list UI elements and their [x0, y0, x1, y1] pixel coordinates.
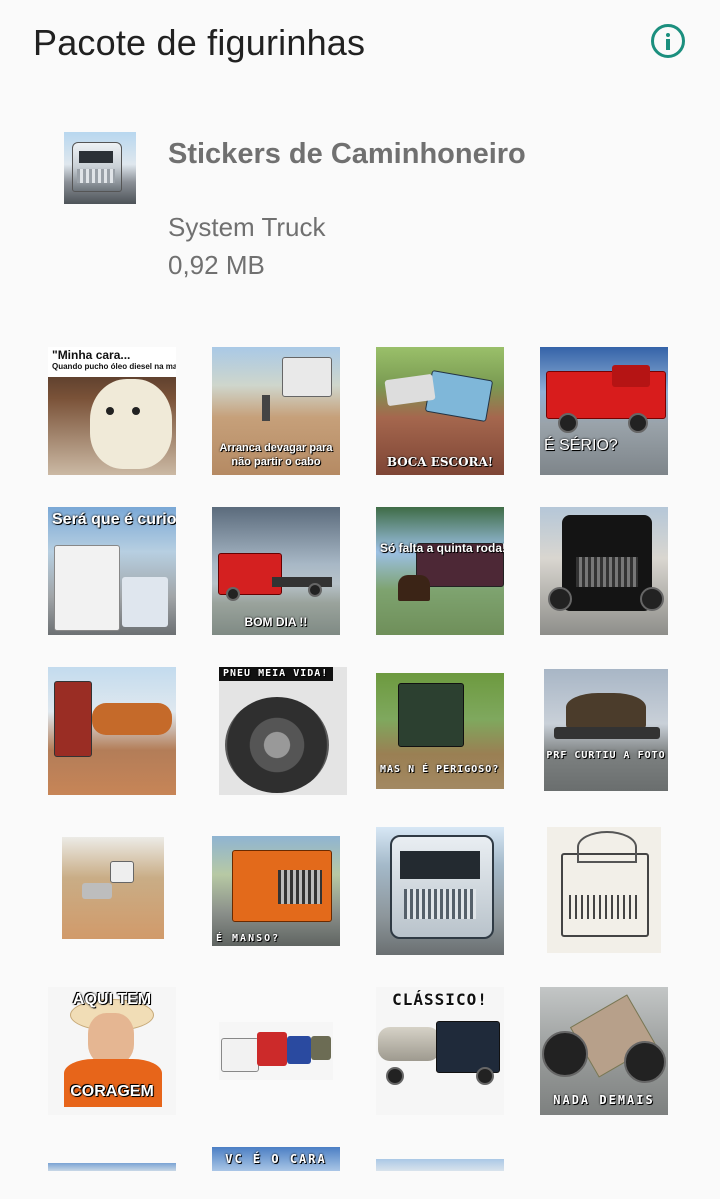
sticker-orange-truck[interactable]: É MANSO?	[212, 836, 340, 946]
sticker-partial-2[interactable]: VC É O CARA	[212, 1147, 340, 1171]
sticker-caption: MAS N É PERIGOSO?	[380, 764, 500, 775]
sticker-caption: PRF CURTIU A FOTO	[546, 750, 666, 761]
sticker-horse[interactable]: Só falta a quinta roda!	[376, 507, 504, 635]
sticker-bom-dia[interactable]: BOM DIA !!	[212, 507, 340, 635]
sticker-classico[interactable]: CLÁSSICO!	[376, 987, 504, 1115]
app-bar: Pacote de figurinhas	[0, 0, 720, 92]
sticker-mud-truck[interactable]: MAS N É PERIGOSO?	[376, 673, 504, 789]
sticker-dust-road[interactable]	[62, 837, 164, 939]
sticker-tire[interactable]: PNEU MEIA VIDA!	[219, 667, 347, 795]
sticker-caption: AQUI TEM	[72, 991, 152, 1008]
pack-size: 0,92 MB	[168, 250, 265, 280]
pack-publisher: System Truck	[168, 212, 326, 242]
sticker-cat-meme[interactable]: "Minha cara... Quando pucho óleo diesel …	[48, 347, 176, 475]
sticker-road-train[interactable]	[48, 667, 176, 795]
pack-header: Stickers de Caminhoneiro System Truck 0,…	[0, 92, 720, 332]
sticker-curious[interactable]: Será que é curioso ?	[48, 507, 176, 635]
sticker-caption: É MANSO?	[216, 933, 281, 944]
sticker-caption: É SÉRIO?	[544, 437, 618, 454]
page-title: Pacote de figurinhas	[33, 22, 366, 63]
sticker-caption: PNEU MEIA VIDA!	[223, 668, 329, 679]
info-icon[interactable]	[651, 24, 685, 58]
sticker-caption: Arranca devagar para não partir o cabo	[219, 442, 333, 468]
sticker-caption: CORAGEM	[70, 1083, 154, 1100]
sticker-boy-bike[interactable]: Arranca devagar para não partir o cabo	[212, 347, 340, 475]
sticker-red-truck[interactable]: É SÉRIO?	[540, 347, 668, 475]
sticker-caption: NADA DEMAIS	[553, 1093, 655, 1107]
sticker-caption: BOM DIA !!	[244, 615, 308, 629]
sticker-caption: "Minha cara...	[52, 348, 131, 362]
sticker-caption: BOCA ESCORA!	[386, 455, 494, 469]
sticker-partial-1[interactable]	[48, 1163, 176, 1171]
truck-tray-icon	[64, 132, 136, 204]
sticker-black-truck[interactable]	[540, 507, 668, 635]
sticker-partial-3[interactable]	[376, 1159, 504, 1171]
sticker-convoy[interactable]	[219, 1022, 333, 1080]
sticker-nada-demais[interactable]: NADA DEMAIS	[540, 987, 668, 1115]
sticker-sketch-truck[interactable]	[547, 827, 661, 953]
sticker-stuck-truck[interactable]: BOCA ESCORA!	[376, 347, 504, 475]
sticker-prf[interactable]: PRF CURTIU A FOTO	[544, 669, 668, 791]
sticker-coragem[interactable]: AQUI TEM CORAGEM	[48, 987, 176, 1115]
sticker-caption: Quando pucho óleo diesel na mangueira!!"	[52, 362, 176, 371]
sticker-caption: Só falta a quinta roda!	[380, 541, 504, 555]
sticker-caption: VC É O CARA	[225, 1152, 327, 1166]
sticker-caption: Será que é curioso ?	[52, 511, 176, 528]
sticker-grid: "Minha cara... Quando pucho óleo diesel …	[0, 332, 720, 1199]
sticker-custom-truck[interactable]	[376, 827, 504, 955]
sticker-caption: CLÁSSICO!	[392, 990, 488, 1009]
pack-name: Stickers de Caminhoneiro	[168, 138, 526, 170]
